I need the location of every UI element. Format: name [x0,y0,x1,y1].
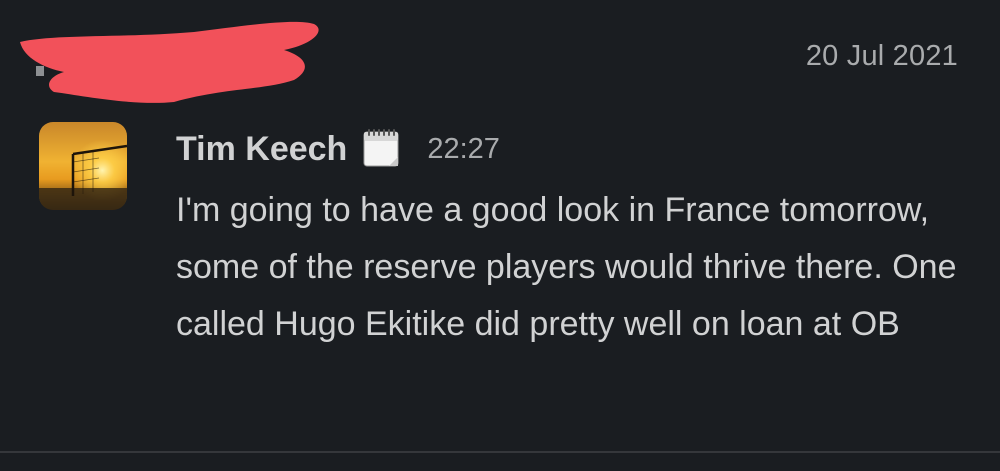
chat-screen: 20 Jul 2021 Tim Keech 22:27 I'm going to… [0,0,1000,471]
redaction-scribble [20,21,319,103]
avatar[interactable] [39,122,127,210]
avatar-image [39,122,127,210]
message-timestamp[interactable]: 22:27 [427,133,500,166]
chat-message[interactable]: Tim Keech 22:27 I'm going to have a good… [176,122,976,353]
message-text: I'm going to have a good look in France … [176,191,957,343]
divider-line [0,451,1000,453]
date-divider: 20 Jul 2021 [805,40,958,72]
calendar-icon[interactable] [361,128,403,170]
message-header: Tim Keech 22:27 [176,122,976,176]
sender-name[interactable]: Tim Keech [176,130,347,169]
